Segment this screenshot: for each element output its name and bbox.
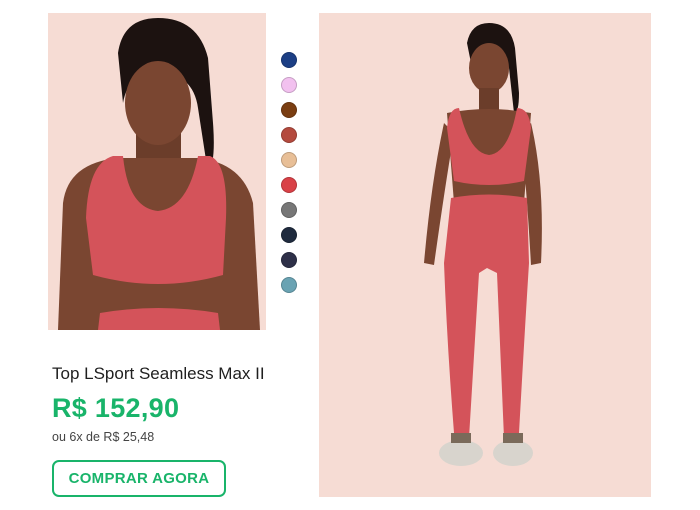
product-photo-full-body (319, 13, 651, 497)
product-price: R$ 152,90 (52, 393, 180, 423)
product-title: Top LSport Seamless Max II (52, 364, 265, 383)
color-swatch[interactable] (281, 277, 297, 293)
product-image-full[interactable] (319, 13, 651, 497)
color-swatch[interactable] (281, 77, 297, 93)
color-swatch[interactable] (281, 202, 297, 218)
product-image-closeup[interactable] (48, 13, 266, 330)
color-swatches (281, 52, 299, 302)
color-swatch[interactable] (281, 102, 297, 118)
color-swatch[interactable] (281, 52, 297, 68)
color-swatch[interactable] (281, 127, 297, 143)
color-swatch[interactable] (281, 177, 297, 193)
color-swatch[interactable] (281, 152, 297, 168)
color-swatch[interactable] (281, 252, 297, 268)
buy-now-button[interactable]: COMPRAR AGORA (52, 460, 226, 497)
color-swatch[interactable] (281, 227, 297, 243)
product-photo-closeup (48, 13, 266, 330)
installment-text: ou 6x de R$ 25,48 (52, 430, 155, 444)
